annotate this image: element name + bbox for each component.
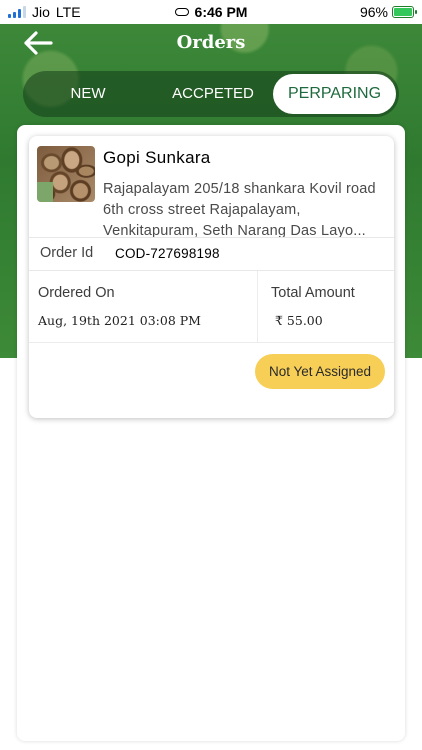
status-bar: Jio LTE 6:46 PM 96% bbox=[0, 0, 422, 24]
battery-icon bbox=[392, 6, 417, 18]
tab-accepted[interactable]: ACCPETED bbox=[158, 71, 268, 117]
ordered-on-label: Ordered On bbox=[38, 285, 115, 301]
status-bar-time: 6:46 PM bbox=[0, 4, 422, 20]
page-title: Orders bbox=[176, 32, 246, 53]
order-id-row: Order Id COD-727698198 bbox=[29, 237, 394, 271]
link-icon bbox=[174, 8, 189, 17]
tab-new[interactable]: NEW bbox=[43, 71, 133, 117]
battery-percent: 96% bbox=[359, 4, 388, 20]
order-id-label: Order Id bbox=[40, 245, 94, 261]
order-status-tabs: NEW ACCPETED PERPARING bbox=[23, 71, 399, 117]
order-card[interactable]: Gopi Sunkara Rajapalayam 205/18 shankara… bbox=[29, 136, 394, 418]
tab-preparing[interactable]: PERPARING bbox=[273, 74, 396, 114]
total-amount-label: Total Amount bbox=[271, 285, 355, 301]
customer-name: Gopi Sunkara bbox=[103, 148, 211, 167]
product-image bbox=[37, 146, 95, 202]
total-amount-value: ₹ 55.00 bbox=[275, 313, 323, 328]
status-badge[interactable]: Not Yet Assigned bbox=[255, 354, 385, 389]
divider bbox=[257, 271, 258, 343]
customer-address: Rajapalayam 205/18 shankara Kovil road 6… bbox=[103, 181, 376, 239]
order-id-value: COD-727698198 bbox=[115, 246, 220, 261]
ordered-on-value: Aug, 19th 2021 03:08 PM bbox=[38, 313, 201, 328]
order-details-grid: Ordered On Aug, 19th 2021 03:08 PM Total… bbox=[29, 271, 394, 343]
status-bar-right: 96% bbox=[359, 4, 417, 20]
time-label: 6:46 PM bbox=[194, 4, 248, 20]
